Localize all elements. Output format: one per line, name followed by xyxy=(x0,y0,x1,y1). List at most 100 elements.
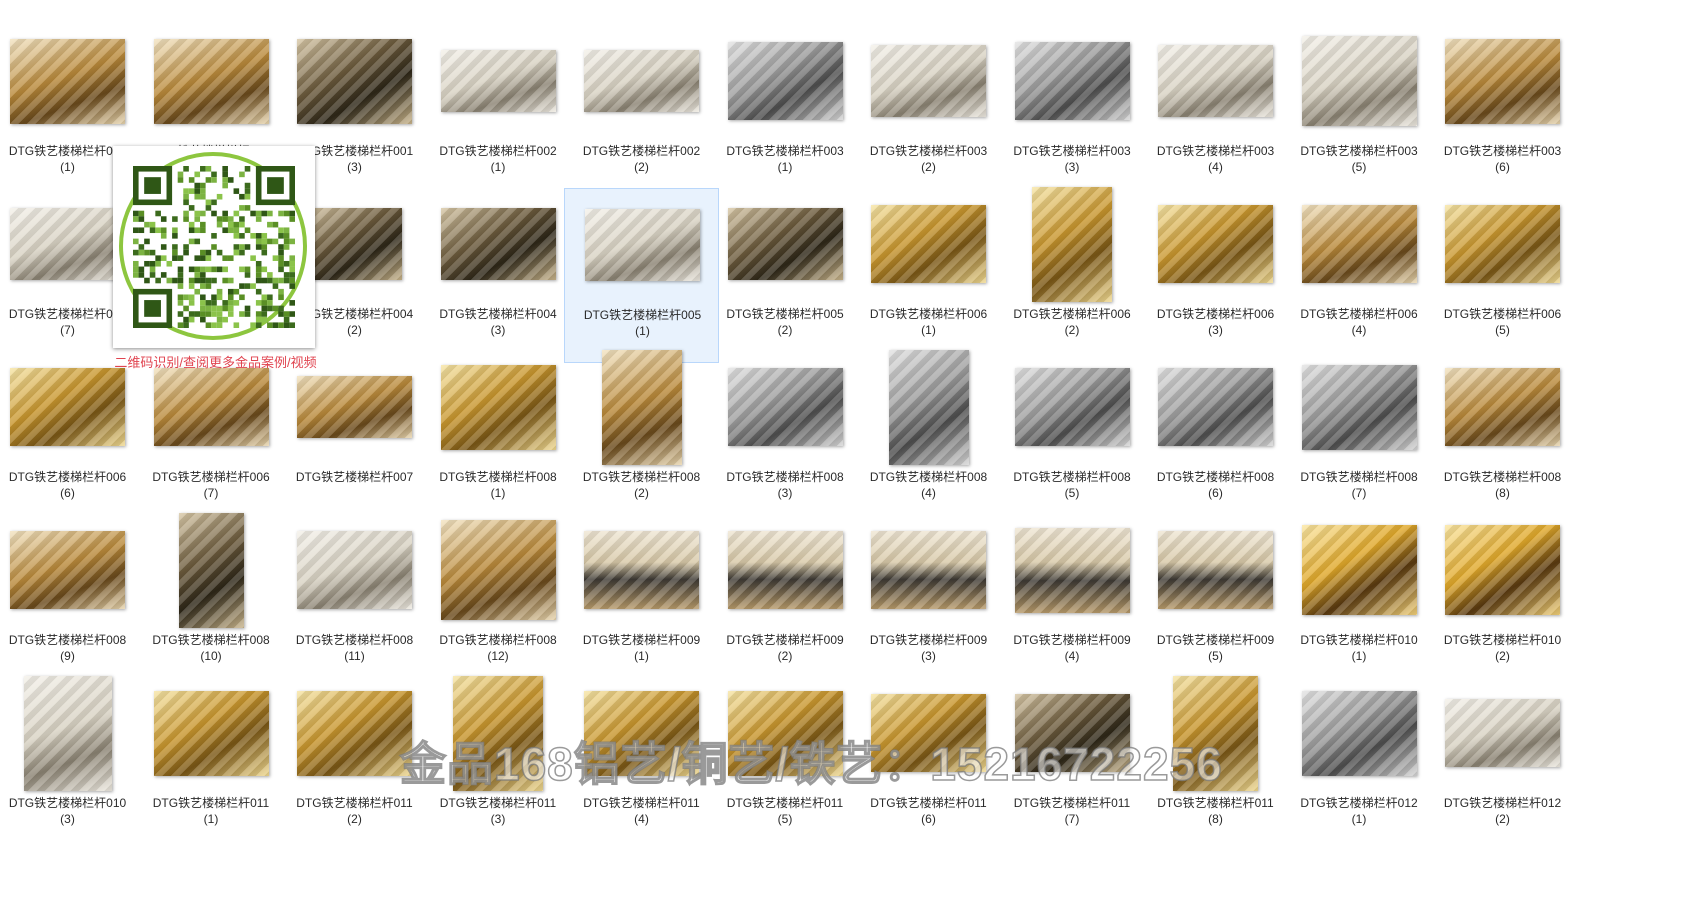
file-thumbnail[interactable] xyxy=(10,368,125,446)
file-thumbnail[interactable] xyxy=(871,45,986,117)
file-thumbnail[interactable] xyxy=(10,38,125,124)
file-thumbnail[interactable] xyxy=(871,205,986,283)
file-tile[interactable]: DTG铁艺楼梯栏杆012 (2) xyxy=(1425,677,1580,852)
file-tile[interactable]: DTG铁艺楼梯栏杆003 (3) xyxy=(995,25,1150,200)
file-thumbnail[interactable] xyxy=(440,50,556,112)
file-name: DTG铁艺楼梯栏杆010 xyxy=(1443,633,1562,647)
file-thumbnail[interactable] xyxy=(1014,527,1130,613)
file-thumbnail[interactable] xyxy=(1014,42,1130,120)
file-thumbnail[interactable] xyxy=(601,349,682,465)
file-thumbnail[interactable] xyxy=(440,364,556,450)
file-tile[interactable]: DTG铁艺楼梯栏杆008 (6) xyxy=(1138,351,1293,526)
file-thumbnail[interactable] xyxy=(297,38,412,124)
file-tile[interactable]: DTG铁艺楼梯栏杆003 (5) xyxy=(1282,25,1437,200)
file-thumbnail[interactable] xyxy=(1445,699,1560,767)
file-thumbnail[interactable] xyxy=(1301,36,1417,126)
file-tile[interactable]: DTG铁艺楼梯栏杆009 (1) xyxy=(564,514,719,689)
file-thumbnail[interactable] xyxy=(1301,364,1417,450)
file-tile[interactable]: DTG铁艺楼梯栏杆008 (9) xyxy=(0,514,145,689)
file-thumbnail[interactable] xyxy=(1158,368,1273,446)
file-tile[interactable]: DTG铁艺楼梯栏杆006 (7) xyxy=(134,351,289,526)
file-thumbnail[interactable] xyxy=(1445,368,1560,446)
file-tile[interactable]: DTG铁艺楼梯栏杆011 (1) xyxy=(134,677,289,852)
file-tile[interactable]: DTG铁艺楼梯栏杆005 (2) xyxy=(708,188,863,363)
file-tile[interactable]: DTG铁艺楼梯栏杆008 (4) xyxy=(851,349,1006,526)
file-thumbnail[interactable] xyxy=(727,42,843,120)
file-thumbnail[interactable] xyxy=(307,208,402,280)
file-thumbnail[interactable] xyxy=(585,209,700,281)
file-name-label: DTG铁艺楼梯栏杆008 (4) xyxy=(851,469,1006,501)
file-name: DTG铁艺楼梯栏杆003 xyxy=(1013,144,1131,158)
file-tile[interactable]: DTG铁艺楼梯栏杆003 (4) xyxy=(1138,25,1293,200)
file-thumbnail[interactable] xyxy=(1158,205,1273,283)
file-tile[interactable]: DTG铁艺楼梯栏杆006 (6) xyxy=(0,351,145,526)
file-thumbnail[interactable] xyxy=(297,376,412,438)
file-thumbnail[interactable] xyxy=(1301,690,1417,776)
file-tile[interactable]: DTG铁艺楼梯栏杆009 (4) xyxy=(995,514,1150,689)
file-tile[interactable]: DTG铁艺楼梯栏杆008 (12) xyxy=(421,514,576,689)
file-thumbnail[interactable] xyxy=(1014,368,1130,446)
qr-code-overlay[interactable] xyxy=(113,146,315,348)
file-thumbnail[interactable] xyxy=(297,531,412,609)
file-tile[interactable]: DTG铁艺楼梯栏杆006 (3) xyxy=(1138,188,1293,363)
file-tile[interactable]: DTG铁艺楼梯栏杆008 (7) xyxy=(1282,351,1437,526)
file-index: (1) xyxy=(1351,649,1367,663)
file-tile[interactable]: DTG铁艺楼梯栏杆005 (1) xyxy=(564,188,719,363)
file-thumbnail[interactable] xyxy=(1445,205,1560,283)
file-thumbnail[interactable] xyxy=(584,50,699,112)
file-tile[interactable]: DTG铁艺楼梯栏杆003 (6) xyxy=(1425,25,1580,200)
file-thumbnail[interactable] xyxy=(10,531,125,609)
file-thumbnail[interactable] xyxy=(153,38,269,124)
file-index: (3) xyxy=(490,812,506,826)
file-tile[interactable]: DTG铁艺楼梯栏杆009 (5) xyxy=(1138,514,1293,689)
file-tile[interactable]: DTG铁艺楼梯栏杆008 (8) xyxy=(1425,351,1580,526)
file-name-label: DTG铁艺楼梯栏杆002 (2) xyxy=(564,143,719,175)
file-tile[interactable]: DTG铁艺楼梯栏杆007 xyxy=(277,351,432,526)
file-tile[interactable]: DTG铁艺楼梯栏杆008 (3) xyxy=(708,351,863,526)
file-name-label: DTG铁艺楼梯栏杆009 (4) xyxy=(995,632,1150,664)
file-thumbnail[interactable] xyxy=(1158,531,1273,609)
file-name-label: DTG铁艺楼梯栏杆008 (2) xyxy=(564,469,719,501)
file-tile[interactable]: DTG铁艺楼梯栏杆012 (1) xyxy=(1282,677,1437,852)
file-tile[interactable]: DTG铁艺楼梯栏杆003 (2) xyxy=(851,25,1006,200)
file-thumbnail[interactable] xyxy=(1032,186,1112,302)
file-tile[interactable]: DTG铁艺楼梯栏杆006 (1) xyxy=(851,188,1006,363)
file-thumbnail[interactable] xyxy=(297,690,412,776)
file-tile[interactable]: DTG铁艺楼梯栏杆008 (2) xyxy=(564,349,719,526)
file-thumbnail[interactable] xyxy=(727,208,843,280)
file-tile[interactable]: DTG铁艺楼梯栏杆003 (1) xyxy=(708,25,863,200)
file-thumbnail[interactable] xyxy=(888,349,969,465)
file-tile[interactable]: DTG铁艺楼梯栏杆006 (2) xyxy=(995,186,1150,363)
file-tile[interactable]: DTG铁艺楼梯栏杆008 (1) xyxy=(421,351,576,526)
file-thumbnail[interactable] xyxy=(1301,205,1417,283)
file-thumbnail[interactable] xyxy=(1301,525,1417,615)
file-tile[interactable]: DTG铁艺楼梯栏杆006 (4) xyxy=(1282,188,1437,363)
file-thumbnail[interactable] xyxy=(23,675,112,791)
file-tile[interactable]: DTG铁艺楼梯栏杆002 (2) xyxy=(564,25,719,200)
file-thumbnail[interactable] xyxy=(1158,45,1273,117)
file-thumbnail[interactable] xyxy=(10,208,125,280)
file-thumbnail[interactable] xyxy=(727,368,843,446)
file-tile[interactable]: DTG铁艺楼梯栏杆010 (2) xyxy=(1425,514,1580,689)
file-thumbnail[interactable] xyxy=(584,531,699,609)
file-tile[interactable]: DTG铁艺楼梯栏杆010 (1) xyxy=(1282,514,1437,689)
file-tile[interactable]: DTG铁艺楼梯栏杆004 (3) xyxy=(421,188,576,363)
file-thumbnail[interactable] xyxy=(178,512,244,628)
file-name-label: DTG铁艺楼梯栏杆003 (4) xyxy=(1138,143,1293,175)
file-tile[interactable]: DTG铁艺楼梯栏杆008 (11) xyxy=(277,514,432,689)
file-tile[interactable]: DTG铁艺楼梯栏杆008 (5) xyxy=(995,351,1150,526)
file-thumbnail[interactable] xyxy=(440,520,556,620)
file-thumbnail[interactable] xyxy=(440,208,556,280)
file-tile[interactable]: DTG铁艺楼梯栏杆009 (3) xyxy=(851,514,1006,689)
file-thumbnail[interactable] xyxy=(1445,525,1560,615)
file-tile[interactable]: DTG铁艺楼梯栏杆002 (1) xyxy=(421,25,576,200)
file-thumbnail[interactable] xyxy=(153,368,269,446)
file-tile[interactable]: DTG铁艺楼梯栏杆010 (3) xyxy=(0,675,145,852)
file-thumbnail[interactable] xyxy=(727,531,843,609)
file-thumbnail[interactable] xyxy=(1445,38,1560,124)
file-thumbnail[interactable] xyxy=(153,690,269,776)
file-thumbnail[interactable] xyxy=(871,531,986,609)
file-tile[interactable]: DTG铁艺楼梯栏杆009 (2) xyxy=(708,514,863,689)
file-tile[interactable]: DTG铁艺楼梯栏杆008 (10) xyxy=(134,512,289,689)
file-tile[interactable]: DTG铁艺楼梯栏杆006 (5) xyxy=(1425,188,1580,363)
